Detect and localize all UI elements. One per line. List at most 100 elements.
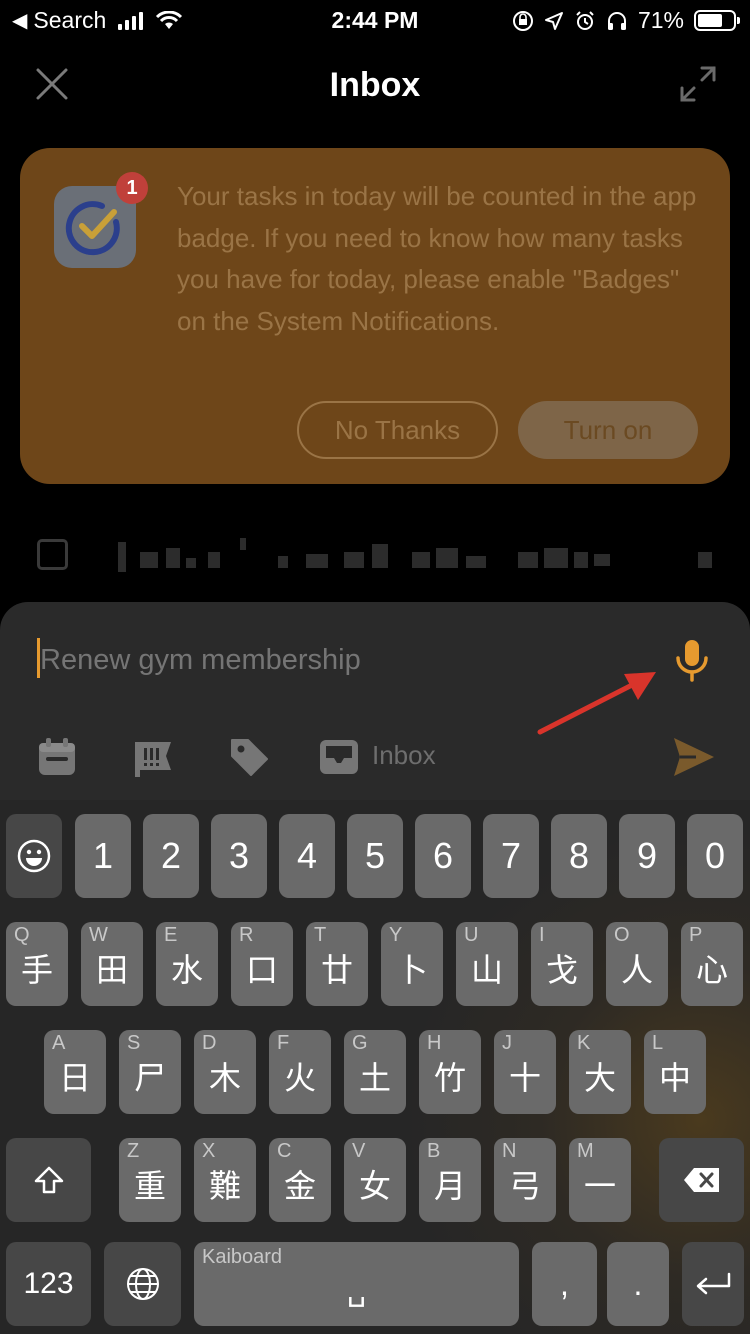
key-radical-glyph: 木: [208, 1060, 241, 1096]
key-5[interactable]: 5: [347, 814, 403, 898]
backspace-key[interactable]: [659, 1138, 744, 1222]
microphone-icon[interactable]: [672, 638, 712, 682]
key-9[interactable]: 9: [619, 814, 675, 898]
key-radical-glyph: 重: [133, 1168, 166, 1204]
key-radical-glyph: 十: [508, 1060, 541, 1096]
key-hint-letter: G: [352, 1032, 368, 1054]
no-thanks-button[interactable]: No Thanks: [297, 401, 498, 459]
notification-badge: 1: [116, 172, 148, 204]
keyboard: 123 Kaiboard ␣ , . 1234567890Q手W田E水R口T廿Y…: [0, 800, 750, 1334]
space-key[interactable]: Kaiboard ␣: [194, 1242, 519, 1326]
task-row[interactable]: [0, 520, 750, 590]
key-radical-glyph: 竹: [433, 1060, 466, 1096]
key-radical-glyph: 廿: [320, 952, 353, 988]
key-h[interactable]: H竹: [419, 1030, 481, 1114]
key-b[interactable]: B月: [419, 1138, 481, 1222]
send-icon[interactable]: [670, 734, 716, 780]
key-hint-letter: C: [277, 1140, 292, 1162]
key-m[interactable]: M一: [569, 1138, 631, 1222]
key-radical-glyph: 口: [245, 952, 278, 988]
key-v[interactable]: V女: [344, 1138, 406, 1222]
key-4[interactable]: 4: [279, 814, 335, 898]
comma-key[interactable]: ,: [532, 1242, 597, 1326]
key-n[interactable]: N弓: [494, 1138, 556, 1222]
key-hint-letter: Z: [127, 1140, 140, 1162]
key-7[interactable]: 7: [483, 814, 539, 898]
status-bar: ◀ Search 2:44 PM 71%: [0, 0, 750, 40]
key-6[interactable]: 6: [415, 814, 471, 898]
delete-icon: [683, 1168, 719, 1192]
emoji-icon: [17, 839, 51, 873]
key-radical-glyph: 難: [208, 1168, 241, 1204]
key-radical-glyph: 弓: [508, 1168, 541, 1204]
return-key[interactable]: [682, 1242, 744, 1326]
key-0[interactable]: 0: [687, 814, 743, 898]
key-radical-glyph: 戈: [545, 952, 578, 988]
key-s[interactable]: S尸: [119, 1030, 181, 1114]
key-p[interactable]: P心: [681, 922, 743, 1006]
key-8[interactable]: 8: [551, 814, 607, 898]
key-l[interactable]: L中: [644, 1030, 706, 1114]
priority-flag-icon[interactable]: [132, 736, 174, 778]
key-u[interactable]: U山: [456, 922, 518, 1006]
key-e[interactable]: E水: [156, 922, 218, 1006]
rotation-lock-icon: [512, 10, 533, 31]
turn-on-button[interactable]: Turn on: [518, 401, 698, 459]
key-g[interactable]: G土: [344, 1030, 406, 1114]
key-i[interactable]: I戈: [531, 922, 593, 1006]
shift-key[interactable]: [6, 1138, 91, 1222]
key-c[interactable]: C金: [269, 1138, 331, 1222]
key-a[interactable]: A日: [44, 1030, 106, 1114]
key-radical-glyph: 大: [583, 1060, 616, 1096]
key-radical-glyph: 田: [95, 952, 128, 988]
key-k[interactable]: K大: [569, 1030, 631, 1114]
battery-icon: [694, 10, 740, 31]
key-w[interactable]: W田: [81, 922, 143, 1006]
key-z[interactable]: Z重: [119, 1138, 181, 1222]
key-hint-letter: N: [502, 1140, 517, 1162]
key-radical-glyph: 尸: [133, 1060, 166, 1096]
expand-icon[interactable]: [678, 64, 718, 104]
shift-arrow-icon: [34, 1166, 63, 1194]
badge-permission-banner: 1 Your tasks in today will be counted in…: [20, 148, 730, 484]
globe-key[interactable]: [104, 1242, 181, 1326]
key-y[interactable]: Y卜: [381, 922, 443, 1006]
key-j[interactable]: J十: [494, 1030, 556, 1114]
key-hint-letter: K: [577, 1032, 591, 1054]
annotation-arrow: [537, 672, 656, 735]
key-1[interactable]: 1: [75, 814, 131, 898]
key-f[interactable]: F火: [269, 1030, 331, 1114]
key-q[interactable]: Q手: [6, 922, 68, 1006]
key-radical-glyph: 人: [620, 952, 653, 988]
key-hint-letter: U: [464, 924, 479, 946]
tag-icon[interactable]: [228, 736, 270, 778]
key-hint-letter: T: [314, 924, 327, 946]
key-hint-letter: W: [89, 924, 108, 946]
emoji-key[interactable]: [6, 814, 62, 898]
key-t[interactable]: T廿: [306, 922, 368, 1006]
period-key[interactable]: .: [607, 1242, 669, 1326]
key-x[interactable]: X難: [194, 1138, 256, 1222]
key-hint-letter: V: [352, 1140, 366, 1162]
key-radical-glyph: 心: [695, 952, 728, 988]
key-hint-letter: P: [689, 924, 703, 946]
key-d[interactable]: D木: [194, 1030, 256, 1114]
return-arrow-icon: [696, 1272, 731, 1295]
key-o[interactable]: O人: [606, 922, 668, 1006]
key-radical-glyph: 山: [470, 952, 503, 988]
key-3[interactable]: 3: [211, 814, 267, 898]
battery-percent: 71%: [637, 7, 684, 33]
numbers-switch-key[interactable]: 123: [6, 1242, 91, 1326]
header: Inbox: [0, 50, 750, 120]
task-checkbox[interactable]: [37, 539, 68, 570]
key-radical-glyph: 中: [658, 1060, 691, 1096]
calendar-icon[interactable]: [36, 736, 78, 778]
key-r[interactable]: R口: [231, 922, 293, 1006]
headphones-icon: [607, 11, 626, 30]
key-hint-letter: H: [427, 1032, 442, 1054]
key-radical-glyph: 金: [283, 1168, 316, 1204]
inbox-tray-icon[interactable]: [318, 736, 360, 778]
key-2[interactable]: 2: [143, 814, 199, 898]
key-hint-letter: A: [52, 1032, 66, 1054]
list-selector-label[interactable]: Inbox: [372, 740, 436, 771]
